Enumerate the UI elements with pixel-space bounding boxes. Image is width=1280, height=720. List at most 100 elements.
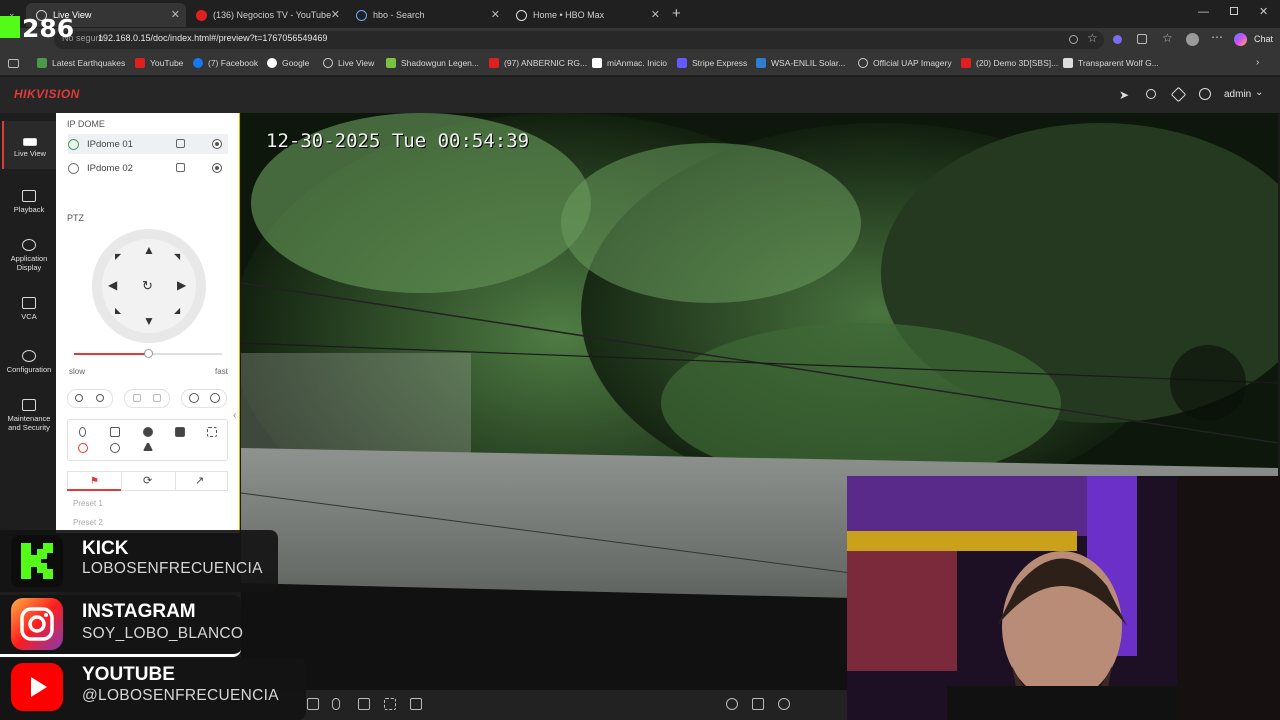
ptz-down-right-arrow[interactable]: ◢ (174, 306, 180, 315)
ptz-down-left-arrow[interactable]: ◣ (115, 306, 121, 315)
chevron-down-icon[interactable]: ⌄ (1255, 87, 1263, 98)
ptz-right-arrow[interactable]: ▶ (177, 278, 186, 292)
stop-all-icon[interactable] (752, 698, 764, 710)
grid-icon[interactable] (175, 427, 185, 437)
bookmark-mianmac[interactable]: miAnmac. Inicio (592, 58, 667, 68)
digital-zoom-icon[interactable] (384, 698, 396, 710)
camera-icon (323, 58, 333, 68)
nav-configuration[interactable]: Configuration (2, 350, 56, 374)
send-icon[interactable]: ➤ (1119, 88, 1129, 102)
tab-title: Home • HBO Max (533, 10, 605, 20)
kick-k-icon (21, 543, 53, 579)
more-menu-icon[interactable]: ⋯ (1211, 30, 1223, 44)
help-icon[interactable] (1199, 88, 1211, 100)
puzzle-icon[interactable] (1137, 34, 1147, 44)
wiper-icon[interactable] (143, 427, 153, 437)
camera-item-ipdome-01[interactable]: IPdome 01 (68, 134, 228, 154)
bookmark-wsa-enlil[interactable]: WSA-ENLIL Solar... (756, 58, 845, 68)
bookmark-stripe[interactable]: Stripe Express (677, 58, 747, 68)
next-page-icon[interactable] (778, 698, 790, 710)
zoom-in-icon[interactable] (96, 394, 104, 402)
close-window-button[interactable]: ✕ (1259, 5, 1268, 18)
bookmark-facebook[interactable]: (7) Facebook (193, 58, 258, 68)
fullscreen-frame-icon[interactable] (410, 698, 422, 710)
camera-item-ipdome-02[interactable]: IPdome 02 (68, 158, 228, 178)
record-icon[interactable] (212, 139, 222, 149)
iris-open-icon[interactable] (210, 393, 220, 403)
bookmark-youtube[interactable]: YouTube (135, 58, 183, 68)
stream-type-icon[interactable] (176, 139, 185, 148)
sidebar-toggle-icon[interactable] (8, 59, 19, 68)
camera-icon[interactable] (307, 698, 319, 710)
speed-slider-handle[interactable] (144, 349, 153, 358)
nav-application-display[interactable]: Application Display (2, 239, 56, 272)
user-menu[interactable]: admin (1224, 89, 1251, 100)
bookmark-anbernic[interactable]: (97) ANBERNIC RG... (489, 58, 587, 68)
search-icon[interactable] (1146, 89, 1156, 99)
vca-icon (22, 297, 36, 309)
nav-vca[interactable]: VCA (2, 297, 56, 321)
manual-tracking-icon[interactable] (143, 443, 153, 451)
restore-button[interactable] (1230, 7, 1238, 15)
bookmark-transparent-wolf[interactable]: Transparent Wolf G... (1063, 58, 1159, 68)
previous-page-icon[interactable] (726, 698, 738, 710)
collapse-panel-icon[interactable]: ‹ (233, 410, 236, 421)
focus-near-icon[interactable] (133, 394, 141, 402)
tab-hbo-search[interactable]: hbo - Search ✕ (346, 3, 506, 27)
tab-youtube[interactable]: (136) Negocios TV - YouTube ✕ (186, 3, 346, 27)
ptz-up-left-arrow[interactable]: ◤ (115, 252, 121, 261)
zoom-3d-icon[interactable] (78, 443, 88, 453)
nav-maintenance[interactable]: Maintenance and Security (2, 399, 56, 432)
light-icon[interactable] (79, 427, 86, 437)
minimize-button[interactable]: — (1198, 6, 1209, 18)
ptz-up-arrow[interactable]: ▲ (143, 243, 155, 257)
focus-far-icon[interactable] (153, 394, 161, 402)
bookmark-demo-3d[interactable]: (20) Demo 3D[SBS]... (961, 58, 1058, 68)
region-focus-icon[interactable] (110, 427, 120, 437)
reset-icon[interactable] (110, 443, 120, 453)
chat-label[interactable]: Chat (1254, 34, 1273, 44)
stream-type-icon[interactable] (176, 163, 185, 172)
youtube-play-icon (31, 677, 47, 697)
url-text[interactable]: 192.168.0.15/doc/index.html#/preview?t=1… (98, 33, 327, 43)
preset-item[interactable]: Preset 2 (73, 518, 103, 527)
search-tab-icon (356, 9, 367, 21)
zoom-out-icon[interactable] (75, 394, 83, 402)
close-tab-icon[interactable]: ✕ (171, 8, 180, 21)
new-tab-button[interactable]: + (672, 5, 681, 22)
tab-hbo-max[interactable]: Home • HBO Max ✕ (506, 3, 666, 27)
iris-close-icon[interactable] (189, 393, 199, 403)
kick-title: KICK (82, 538, 129, 559)
bookmark-shadowgun[interactable]: Shadowgun Legen... (386, 58, 479, 68)
nav-playback[interactable]: Playback (2, 190, 56, 214)
favorites-icon[interactable]: ☆ (1162, 31, 1173, 45)
extension-icon[interactable] (1113, 35, 1122, 44)
microphone-icon[interactable] (332, 698, 340, 710)
youtube-tab-icon (196, 9, 207, 21)
profile-avatar[interactable] (1186, 33, 1199, 46)
copilot-icon[interactable] (1234, 33, 1247, 46)
youtube-icon (961, 58, 971, 68)
kick-handle: LOBOSENFRECUENCIA (82, 560, 263, 577)
nav-live-view[interactable]: Live View (2, 121, 56, 169)
close-tab-icon[interactable]: ✕ (331, 8, 340, 21)
osd-timestamp: 12-30-2025 Tue 00:54:39 (266, 130, 530, 152)
close-tab-icon[interactable]: ✕ (651, 8, 660, 21)
bookmark-uap-imagery[interactable]: Official UAP Imagery (858, 58, 952, 68)
bookmark-latest-earthquakes[interactable]: Latest Earthquakes (37, 58, 125, 68)
ptz-down-arrow[interactable]: ▼ (143, 314, 155, 328)
snapshot-icon[interactable] (358, 698, 370, 710)
preset-item[interactable]: Preset 1 (73, 499, 103, 508)
key-icon[interactable] (1069, 35, 1078, 44)
gear-icon (22, 350, 36, 362)
bookmark-google[interactable]: Google (267, 58, 309, 68)
ptz-up-right-arrow[interactable]: ◥ (174, 252, 180, 261)
region-exposure-icon[interactable] (207, 427, 217, 437)
star-icon[interactable]: ☆ (1087, 31, 1098, 45)
bookmarks-overflow-icon[interactable]: › (1256, 57, 1259, 68)
ptz-auto-scan-icon[interactable]: ↻ (142, 278, 153, 294)
bookmark-live-view[interactable]: Live View (323, 58, 374, 68)
ptz-left-arrow[interactable]: ◀ (108, 278, 117, 292)
close-tab-icon[interactable]: ✕ (491, 8, 500, 21)
record-icon[interactable] (212, 163, 222, 173)
